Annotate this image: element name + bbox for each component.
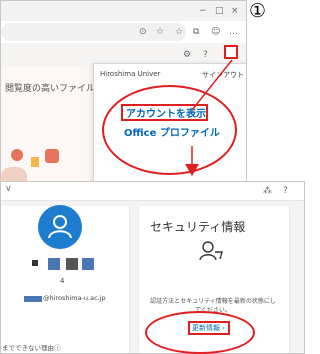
address-bar-row: ⊙ ☆ ☆ ⧉ ☺ … <box>1 21 246 44</box>
red-arrow <box>185 60 233 176</box>
org-icon[interactable]: ⁂ <box>263 185 272 197</box>
org-name: Hiroshima Univer <box>100 70 161 78</box>
redacted-block <box>48 258 60 270</box>
step-number: ① <box>249 0 267 22</box>
recent-files-label: 閲覧度の高いファイル <box>5 84 96 94</box>
title-bar: − □ × <box>1 1 246 21</box>
redacted-block <box>32 260 38 266</box>
avatar <box>38 205 82 249</box>
arrow-head-icon <box>185 164 199 176</box>
redacted-block <box>82 258 94 270</box>
decor-shape <box>45 149 59 163</box>
decor-shape <box>31 157 39 167</box>
chevron-down-icon: ∨ <box>5 184 12 194</box>
favorite-icon[interactable]: ☆ <box>156 26 164 38</box>
email-address: @hiroshima-u.ac.jp <box>43 294 106 302</box>
redacted-block <box>24 296 42 302</box>
account-manager-button[interactable] <box>224 45 238 59</box>
maximize-button[interactable]: □ <box>215 5 224 17</box>
arrow-line <box>191 60 233 111</box>
app-icon[interactable]: ⊙ <box>139 26 147 38</box>
more-icon[interactable]: … <box>229 26 238 38</box>
close-button[interactable]: × <box>231 5 239 17</box>
help-icon[interactable]: ? <box>283 185 288 197</box>
security-info-icon <box>199 241 223 261</box>
account-header: ∨ ⁂ ? <box>1 182 304 201</box>
profile-icon[interactable]: ☺ <box>211 26 220 38</box>
person-icon <box>48 215 72 239</box>
user-count: 4 <box>60 277 65 285</box>
unavailable-reason: までできない理由ⓘ <box>2 344 61 352</box>
redacted-block <box>66 258 78 270</box>
collections-icon[interactable]: ⧉ <box>193 26 199 38</box>
favorites-icon[interactable]: ☆ <box>175 26 183 38</box>
update-info-link[interactable]: 更新情報 › <box>192 323 225 333</box>
decor-shape <box>11 149 23 161</box>
minimize-button[interactable]: − <box>199 5 207 17</box>
security-info-title: セキュリティ情報 <box>150 220 246 234</box>
